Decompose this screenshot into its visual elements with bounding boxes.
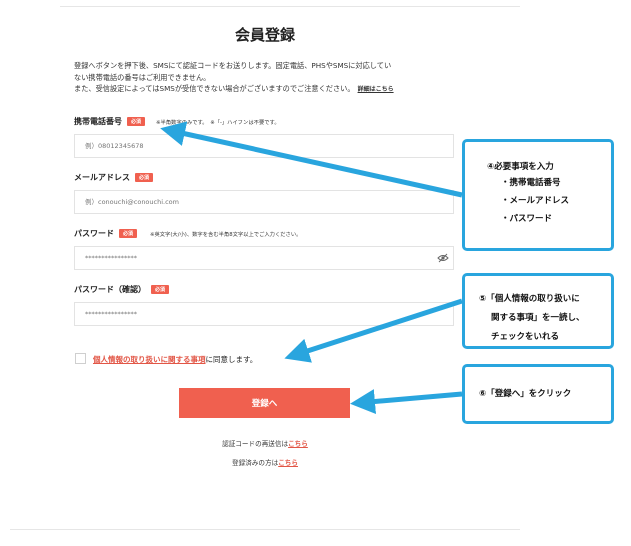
annotation-arrows (160, 121, 463, 414)
arrow-to-checkbox (284, 298, 463, 363)
arrow-to-submit (350, 389, 463, 414)
arrow-to-fields (160, 121, 463, 198)
